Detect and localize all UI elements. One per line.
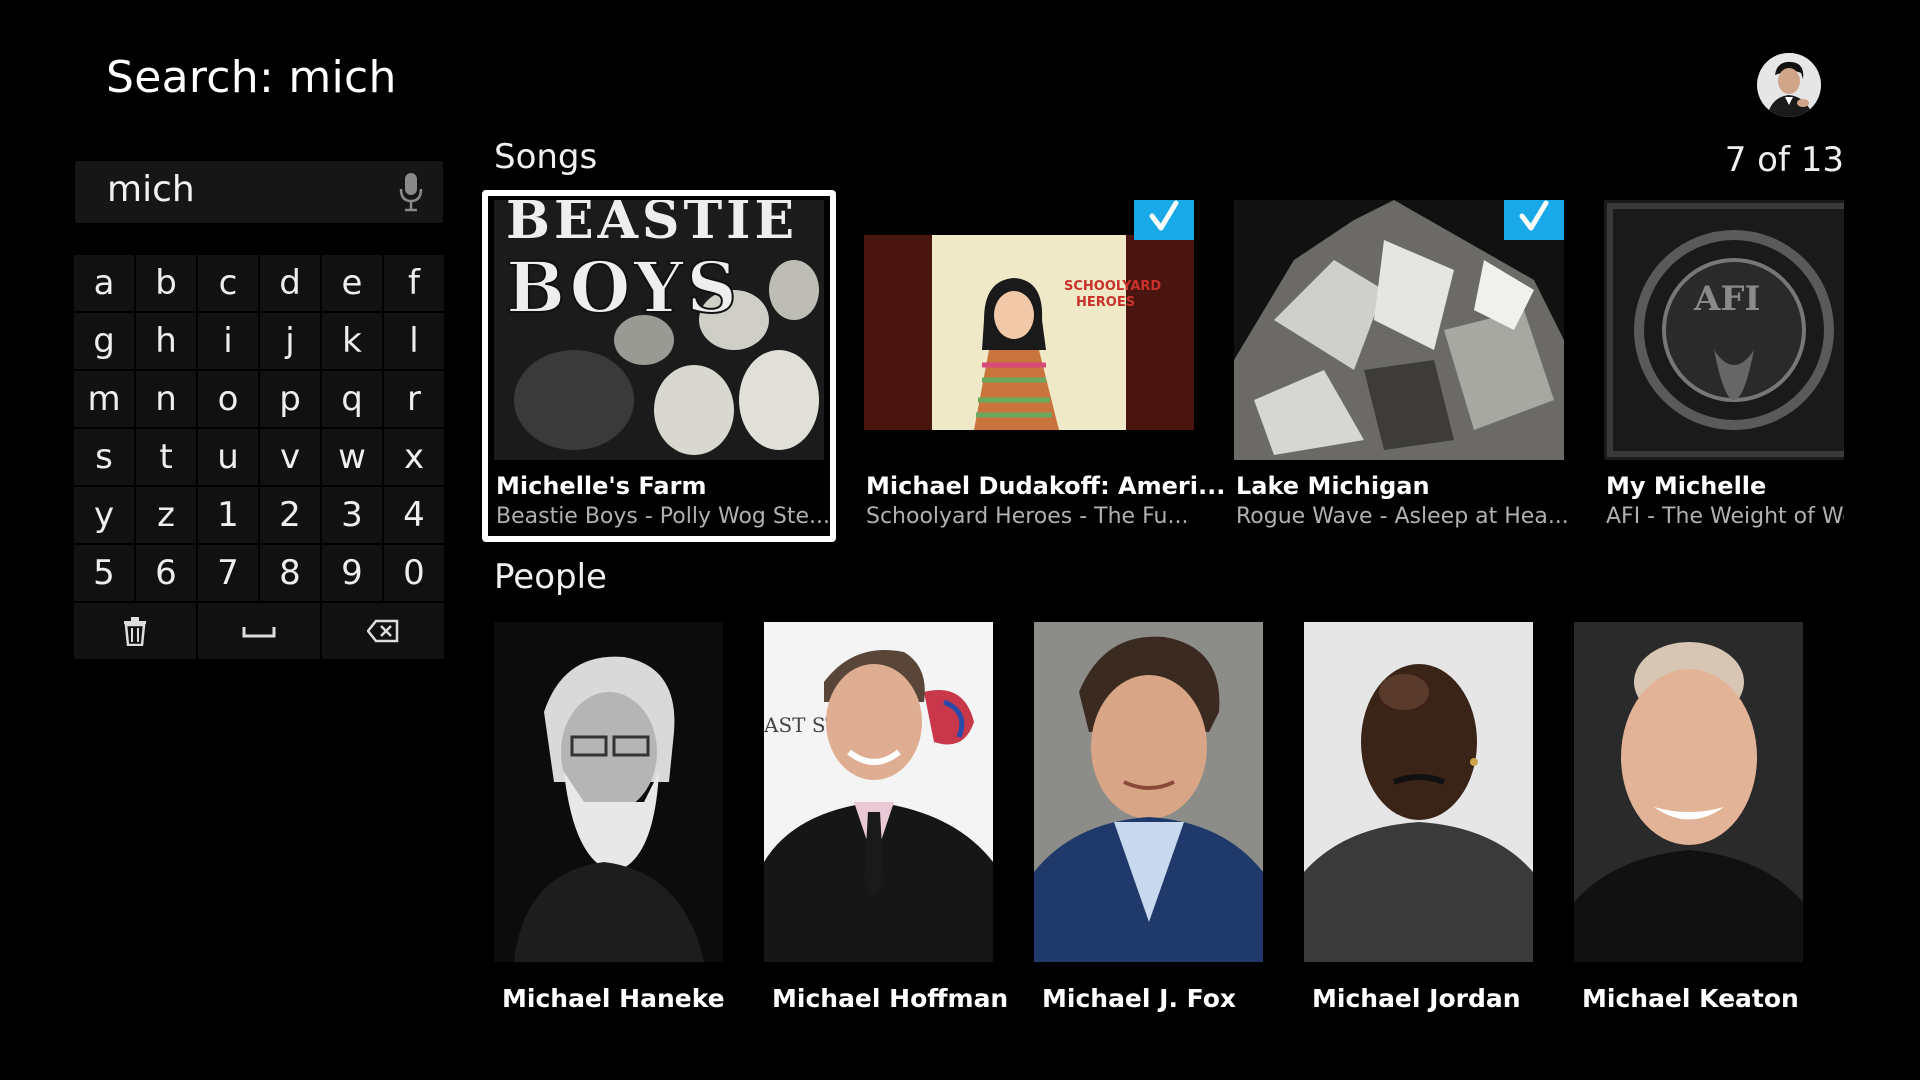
result-counter: 7 of 13 xyxy=(1724,140,1844,180)
song-card[interactable]: AFI My Michelle AFI - The Weight of Wo xyxy=(1604,200,1844,530)
search-input[interactable]: mich xyxy=(75,161,443,223)
checkmark-icon xyxy=(1504,200,1564,240)
key-0[interactable]: 0 xyxy=(384,545,444,601)
person-name: Michael Haneke xyxy=(502,984,725,1013)
key-y[interactable]: y xyxy=(74,487,134,543)
svg-text:BOYS: BOYS xyxy=(506,246,740,329)
key-w[interactable]: w xyxy=(322,429,382,485)
key-e[interactable]: e xyxy=(322,255,382,311)
microphone-icon[interactable] xyxy=(397,171,425,213)
person-name: Michael J. Fox xyxy=(1042,984,1237,1013)
space-key[interactable] xyxy=(198,603,320,659)
song-title: Michelle's Farm xyxy=(496,472,707,500)
key-q[interactable]: q xyxy=(322,371,382,427)
key-o[interactable]: o xyxy=(198,371,258,427)
people-row: Michael Haneke AST ST Michael Hoffman Mi… xyxy=(494,622,1844,1013)
person-card[interactable]: Michael J. Fox xyxy=(1034,622,1263,1013)
song-card[interactable]: BEASTIE BOYS Michelle's Farm Beastie Boy… xyxy=(494,200,830,530)
person-name: Michael Jordan xyxy=(1312,984,1521,1013)
song-subtitle: Beastie Boys - Polly Wog Ste... xyxy=(496,504,830,529)
song-title: Lake Michigan xyxy=(1236,472,1430,500)
backspace-icon xyxy=(367,619,399,643)
key-i[interactable]: i xyxy=(198,313,258,369)
user-avatar[interactable] xyxy=(1757,53,1821,117)
key-4[interactable]: 4 xyxy=(384,487,444,543)
song-card[interactable]: Lake Michigan Rogue Wave - Asleep at Hea… xyxy=(1234,200,1569,530)
key-f[interactable]: f xyxy=(384,255,444,311)
key-n[interactable]: n xyxy=(136,371,196,427)
svg-text:BEASTIE: BEASTIE xyxy=(506,200,798,251)
person-card[interactable]: AST ST Michael Hoffman xyxy=(764,622,1009,1013)
key-2[interactable]: 2 xyxy=(260,487,320,543)
person-photo xyxy=(494,622,723,962)
song-subtitle: AFI - The Weight of Wo xyxy=(1606,504,1844,529)
clear-key[interactable] xyxy=(74,603,196,659)
key-1[interactable]: 1 xyxy=(198,487,258,543)
key-m[interactable]: m xyxy=(74,371,134,427)
key-3[interactable]: 3 xyxy=(322,487,382,543)
checkmark-icon xyxy=(1134,200,1194,240)
key-9[interactable]: 9 xyxy=(322,545,382,601)
album-art: AFI xyxy=(1604,200,1844,460)
key-p[interactable]: p xyxy=(260,371,320,427)
person-name: Michael Keaton xyxy=(1582,984,1799,1013)
page-title: Search: mich xyxy=(106,52,397,103)
person-photo xyxy=(1574,622,1803,962)
key-x[interactable]: x xyxy=(384,429,444,485)
svg-text:SCHOOLYARD: SCHOOLYARD xyxy=(1064,279,1161,294)
space-icon xyxy=(242,623,276,639)
search-input-value: mich xyxy=(107,169,195,210)
key-c[interactable]: c xyxy=(198,255,258,311)
backspace-key[interactable] xyxy=(322,603,444,659)
trash-icon xyxy=(122,616,148,646)
person-photo xyxy=(1304,622,1533,962)
key-h[interactable]: h xyxy=(136,313,196,369)
songs-heading: Songs xyxy=(494,137,598,177)
key-k[interactable]: k xyxy=(322,313,382,369)
key-d[interactable]: d xyxy=(260,255,320,311)
key-5[interactable]: 5 xyxy=(74,545,134,601)
key-a[interactable]: a xyxy=(74,255,134,311)
key-6[interactable]: 6 xyxy=(136,545,196,601)
on-screen-keyboard: abcdef ghijkl mnopqr stuvwx yz1234 567890 xyxy=(74,255,444,659)
song-subtitle: Schoolyard Heroes - The Fu... xyxy=(866,504,1189,529)
person-card[interactable]: Michael Haneke xyxy=(494,622,725,1013)
key-s[interactable]: s xyxy=(74,429,134,485)
person-card[interactable]: Michael Keaton xyxy=(1574,622,1803,1013)
key-b[interactable]: b xyxy=(136,255,196,311)
key-j[interactable]: j xyxy=(260,313,320,369)
key-g[interactable]: g xyxy=(74,313,134,369)
svg-text:AFI: AFI xyxy=(1693,279,1760,319)
songs-row: BEASTIE BOYS Michelle's Farm Beastie Boy… xyxy=(494,200,1844,530)
key-z[interactable]: z xyxy=(136,487,196,543)
song-title: My Michelle xyxy=(1606,472,1767,500)
svg-text:HEROES: HEROES xyxy=(1076,295,1135,310)
key-8[interactable]: 8 xyxy=(260,545,320,601)
person-photo xyxy=(1034,622,1263,962)
person-card[interactable]: Michael Jordan xyxy=(1304,622,1533,1013)
person-photo: AST ST xyxy=(764,622,993,962)
key-r[interactable]: r xyxy=(384,371,444,427)
key-7[interactable]: 7 xyxy=(198,545,258,601)
key-t[interactable]: t xyxy=(136,429,196,485)
key-l[interactable]: l xyxy=(384,313,444,369)
key-v[interactable]: v xyxy=(260,429,320,485)
key-u[interactable]: u xyxy=(198,429,258,485)
song-card[interactable]: SCHOOLYARD HEROES Michael Dudakoff: Amer… xyxy=(864,200,1225,530)
person-name: Michael Hoffman xyxy=(772,984,1009,1013)
song-title: Michael Dudakoff: Ameri... xyxy=(866,472,1226,500)
people-heading: People xyxy=(494,557,607,597)
song-subtitle: Rogue Wave - Asleep at Hea... xyxy=(1236,504,1569,529)
album-art: BEASTIE BOYS xyxy=(494,200,824,460)
